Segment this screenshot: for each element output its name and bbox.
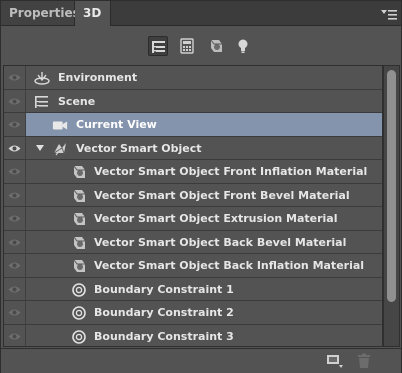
constraint-icon [72, 282, 86, 297]
list-item[interactable]: Vector Smart Object Front Bevel Material [4, 183, 382, 207]
constraint-icon [72, 306, 86, 320]
layer-label: Vector Smart Object Front Bevel Material [94, 188, 350, 202]
visibility-toggle[interactable] [4, 324, 26, 346]
camera-icon [52, 121, 68, 130]
add-object-button[interactable] [326, 353, 344, 369]
list-item[interactable]: Environment [4, 66, 382, 90]
scene-icon [35, 95, 48, 108]
lights-icon [238, 39, 248, 53]
meshes-filter-button[interactable] [177, 36, 197, 56]
eye-icon [8, 333, 21, 339]
eye-icon [8, 309, 21, 316]
layer-label: Environment [58, 71, 138, 84]
eye-icon [8, 192, 21, 198]
eye-icon [8, 74, 21, 81]
list-item[interactable]: Boundary Constraint 2 [4, 301, 382, 325]
whole-scene-filter-button[interactable] [148, 36, 168, 56]
visibility-toggle[interactable] [4, 136, 26, 159]
visibility-toggle[interactable] [4, 207, 26, 230]
panel-menu-icon[interactable] [381, 6, 397, 20]
layer-label: Boundary Constraint 2 [94, 306, 234, 319]
eye-icon [8, 121, 21, 128]
layer-label: Scene [58, 94, 96, 108]
material-icon [73, 236, 85, 249]
list-item[interactable]: Vector Smart Object Front Inflation Mate… [4, 160, 382, 184]
layer-label: Vector Smart Object Back Bevel Material [94, 235, 347, 249]
scrollbar[interactable] [383, 65, 400, 347]
meshes-icon [180, 38, 194, 54]
layer-label: Boundary Constraint 3 [94, 329, 234, 343]
list-item[interactable]: Vector Smart Object Extrusion Material [4, 207, 382, 231]
material-icon [73, 165, 85, 178]
mesh-icon [53, 142, 66, 155]
eye-icon [8, 168, 21, 175]
expand-toggle-icon[interactable] [36, 144, 44, 151]
layer-label: Current View [76, 118, 157, 131]
tab-bar: Properties 3D [1, 1, 401, 26]
add-object-icon [327, 355, 343, 368]
eye-icon [8, 239, 21, 245]
layer-label: Vector Smart Object [76, 141, 202, 155]
visibility-toggle[interactable] [4, 66, 26, 89]
layer-label: Boundary Constraint 1 [94, 282, 234, 296]
delete-button[interactable] [356, 353, 374, 369]
list-item[interactable]: Vector Smart Object Back Bevel Material [4, 230, 382, 254]
visibility-toggle[interactable] [4, 113, 26, 136]
environment-icon [34, 72, 50, 85]
eye-icon [8, 286, 21, 292]
layer-label: Vector Smart Object Extrusion Material [94, 212, 338, 225]
visibility-toggle[interactable] [4, 301, 26, 324]
3d-layer-list[interactable]: Environment Scene Current View Vector Sm… [3, 65, 383, 347]
eye-icon [8, 98, 21, 104]
material-icon [73, 259, 85, 272]
filter-toolbar [1, 26, 401, 66]
list-item[interactable]: Current View [4, 113, 382, 137]
delete-icon [358, 353, 370, 368]
lights-filter-button[interactable] [233, 36, 253, 56]
visibility-toggle[interactable] [4, 230, 26, 253]
visibility-toggle[interactable] [4, 160, 26, 183]
whole-scene-icon [152, 41, 165, 53]
visibility-toggle[interactable] [4, 183, 26, 206]
tab-3d[interactable]: 3D [75, 1, 111, 26]
visibility-toggle[interactable] [4, 254, 26, 277]
list-item[interactable]: Boundary Constraint 3 [4, 324, 382, 346]
list-item[interactable]: Vector Smart Object [4, 136, 382, 160]
layer-label: Vector Smart Object Back Inflation Mater… [94, 259, 365, 272]
material-icon [73, 189, 85, 202]
layer-label: Vector Smart Object Front Inflation Mate… [94, 165, 368, 178]
list-item[interactable]: Boundary Constraint 1 [4, 277, 382, 301]
visibility-toggle[interactable] [4, 89, 26, 112]
bottom-bar [1, 348, 401, 373]
constraint-icon [72, 329, 86, 344]
3d-panel: Properties 3D Environment Scene Current … [0, 0, 402, 373]
eye-icon [8, 215, 21, 222]
tab-properties[interactable]: Properties [1, 1, 80, 25]
materials-icon [210, 39, 222, 52]
eye-icon [8, 262, 21, 269]
visibility-toggle[interactable] [4, 277, 26, 300]
eye-icon [8, 145, 21, 151]
material-icon [73, 212, 85, 225]
list-item[interactable]: Scene [4, 89, 382, 113]
scrollbar-thumb[interactable] [387, 70, 396, 302]
materials-filter-button[interactable] [206, 36, 226, 56]
list-item[interactable]: Vector Smart Object Back Inflation Mater… [4, 254, 382, 278]
